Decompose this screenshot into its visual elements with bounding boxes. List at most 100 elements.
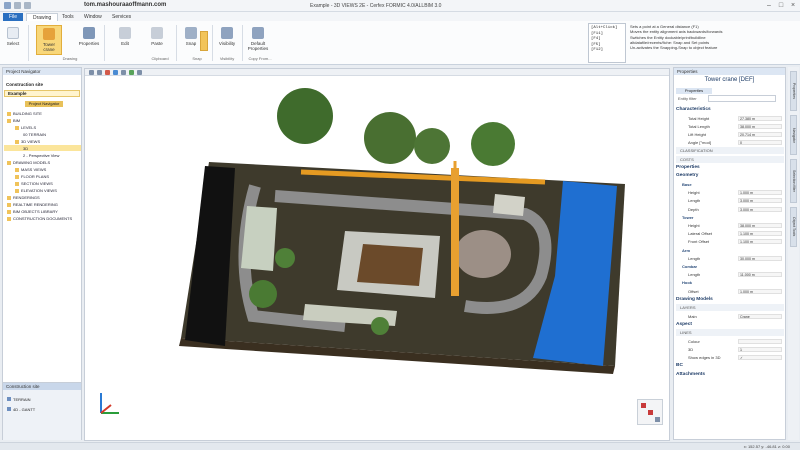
tree-item[interactable]: SECTION VIEWS bbox=[15, 181, 53, 186]
tab-tools[interactable]: Tools bbox=[56, 13, 80, 21]
property-row[interactable]: Height 1.000 m bbox=[676, 189, 784, 196]
tree-item[interactable]: 3D VIEWS bbox=[15, 139, 40, 144]
tab-services[interactable]: Services bbox=[106, 13, 137, 21]
section-title: Construction site bbox=[6, 82, 44, 87]
snap-toggle[interactable] bbox=[200, 31, 208, 51]
save-icon[interactable] bbox=[14, 2, 21, 9]
tree-item[interactable]: LEVELS bbox=[15, 125, 36, 130]
side-tab[interactable]: Selection filter bbox=[790, 159, 797, 203]
property-value[interactable]: 1.000 m bbox=[738, 288, 782, 294]
tree-item[interactable]: 2 - Perspective View bbox=[23, 153, 59, 158]
property-value[interactable]: 1.000 m bbox=[738, 190, 782, 196]
property-value[interactable]: 3.000 m bbox=[738, 198, 782, 204]
property-value[interactable]: 1.100 m bbox=[738, 239, 782, 245]
folder-icon bbox=[7, 118, 11, 123]
tab-properties[interactable]: Properties bbox=[676, 88, 712, 94]
tab-window[interactable]: Window bbox=[78, 13, 108, 21]
property-row[interactable]: Angle [°mod] 0 bbox=[676, 139, 784, 146]
property-row[interactable]: Total Height 27.380 m bbox=[676, 115, 784, 122]
property-row[interactable]: 3D 1 bbox=[676, 346, 784, 353]
property-row[interactable]: Height 38.000 m bbox=[676, 222, 784, 229]
settings-icon[interactable] bbox=[137, 70, 142, 75]
bottom-item-gantt[interactable]: 4D - GANTT bbox=[7, 407, 35, 412]
property-value[interactable]: 0 bbox=[738, 140, 782, 146]
tab-file[interactable]: File bbox=[3, 13, 23, 21]
property-value[interactable]: 38.000 m bbox=[738, 123, 782, 129]
bottom-item-terrain[interactable]: TERRAIN bbox=[7, 397, 31, 402]
property-value[interactable]: 30.000 m bbox=[738, 255, 782, 261]
property-section: Tower bbox=[676, 214, 784, 221]
view-controls[interactable] bbox=[637, 399, 663, 425]
property-value[interactable]: 27.380 m bbox=[738, 115, 782, 121]
property-value[interactable]: 3.000 m bbox=[738, 206, 782, 212]
tree-item[interactable]: BIM bbox=[7, 118, 20, 123]
maximize-icon[interactable]: □ bbox=[776, 2, 786, 10]
view-top-icon[interactable] bbox=[641, 403, 646, 408]
tree-item[interactable]: DRAWING MODELS bbox=[7, 160, 50, 165]
project-selector[interactable]: Example bbox=[4, 90, 80, 97]
tree-item[interactable]: ELEVATION VIEWS bbox=[15, 188, 57, 193]
default-properties-button[interactable]: Default Properties bbox=[246, 25, 270, 55]
property-value[interactable]: 1.100 m bbox=[738, 231, 782, 237]
side-tab[interactable]: Navigator bbox=[790, 115, 797, 155]
view-side-icon[interactable] bbox=[655, 417, 660, 422]
tree-item[interactable]: 00 TERRAIN bbox=[23, 132, 46, 137]
properties-button[interactable]: Properties bbox=[78, 25, 100, 55]
tree-item[interactable]: REALTIME RENDERING bbox=[7, 202, 58, 207]
visibility-button[interactable]: Visibility bbox=[216, 25, 238, 55]
property-row[interactable]: Lift Height 20.714 m bbox=[676, 131, 784, 138]
side-tab[interactable]: Properties bbox=[790, 71, 797, 111]
property-row[interactable]: Front Offset 1.100 m bbox=[676, 238, 784, 245]
minimize-icon[interactable]: – bbox=[764, 2, 774, 10]
tree-item[interactable]: FLOOR PLANS bbox=[15, 174, 49, 179]
render-icon[interactable] bbox=[105, 70, 110, 75]
entity-filter-input[interactable] bbox=[708, 95, 776, 102]
close-icon[interactable]: × bbox=[788, 2, 798, 10]
snap-button[interactable]: Snap bbox=[180, 25, 202, 55]
tower-crane-button[interactable]: Tower crane bbox=[36, 25, 62, 55]
undo-icon[interactable] bbox=[24, 2, 31, 9]
property-value[interactable]: 1 bbox=[738, 346, 782, 352]
property-row[interactable]: Lateral Offset 1.100 m bbox=[676, 230, 784, 237]
property-row[interactable]: Length 30.000 m bbox=[676, 255, 784, 262]
folder-icon bbox=[7, 209, 11, 214]
view-front-icon[interactable] bbox=[648, 410, 653, 415]
property-row[interactable]: Colour bbox=[676, 338, 784, 345]
property-value[interactable]: 20.714 m bbox=[738, 132, 782, 137]
3d-viewport[interactable] bbox=[84, 68, 670, 441]
orbit-icon[interactable] bbox=[113, 70, 118, 75]
ribbon: Select Tower crane Properties Drawing Ed… bbox=[0, 21, 800, 65]
tree-item[interactable]: BIM OBJECTS LIBRARY bbox=[7, 209, 58, 214]
side-tab[interactable]: Object Tools bbox=[790, 207, 797, 247]
property-row[interactable]: Show edges in 3D ✓ bbox=[676, 354, 784, 361]
app-menu-icon[interactable] bbox=[4, 2, 11, 9]
property-row[interactable]: Main Crane bbox=[676, 313, 784, 320]
tab-drawing[interactable]: Drawing bbox=[26, 13, 59, 21]
property-value[interactable]: 38.000 m bbox=[738, 223, 782, 228]
pan-icon[interactable] bbox=[121, 70, 126, 75]
layer-icon[interactable] bbox=[129, 70, 134, 75]
property-value[interactable] bbox=[738, 338, 782, 344]
property-row[interactable]: Offset 1.000 m bbox=[676, 288, 784, 295]
tree bbox=[277, 88, 333, 144]
property-row[interactable]: Depth 3.000 m bbox=[676, 206, 784, 213]
view-icon[interactable] bbox=[89, 70, 94, 75]
paste-button[interactable]: Paste bbox=[146, 25, 168, 55]
property-value[interactable]: ✓ bbox=[738, 355, 782, 360]
property-row[interactable]: Length 3.000 m bbox=[676, 197, 784, 204]
tree-item[interactable]: MASS VIEWS bbox=[15, 167, 46, 172]
property-row[interactable]: Total Length 38.000 m bbox=[676, 123, 784, 130]
property-label: Lateral Offset bbox=[688, 231, 712, 237]
tab-project-navigator[interactable]: Project Navigator bbox=[25, 101, 63, 107]
property-value[interactable]: 11.000 m bbox=[738, 272, 782, 278]
property-value[interactable]: Crane bbox=[738, 313, 782, 319]
edit-button[interactable]: Edit bbox=[114, 25, 136, 55]
tree-item[interactable]: RENDERINGS bbox=[7, 195, 40, 200]
tree-item[interactable]: BUILDING SITE bbox=[7, 111, 42, 116]
tree-item[interactable]: CONSTRUCTION DOCUMENTS bbox=[7, 216, 72, 221]
tree-item[interactable]: 3D bbox=[23, 146, 28, 151]
property-row[interactable]: Length 11.000 m bbox=[676, 271, 784, 278]
select-button[interactable]: Select bbox=[2, 25, 24, 55]
property-section: Attachments bbox=[676, 371, 784, 378]
zoom-icon[interactable] bbox=[97, 70, 102, 75]
